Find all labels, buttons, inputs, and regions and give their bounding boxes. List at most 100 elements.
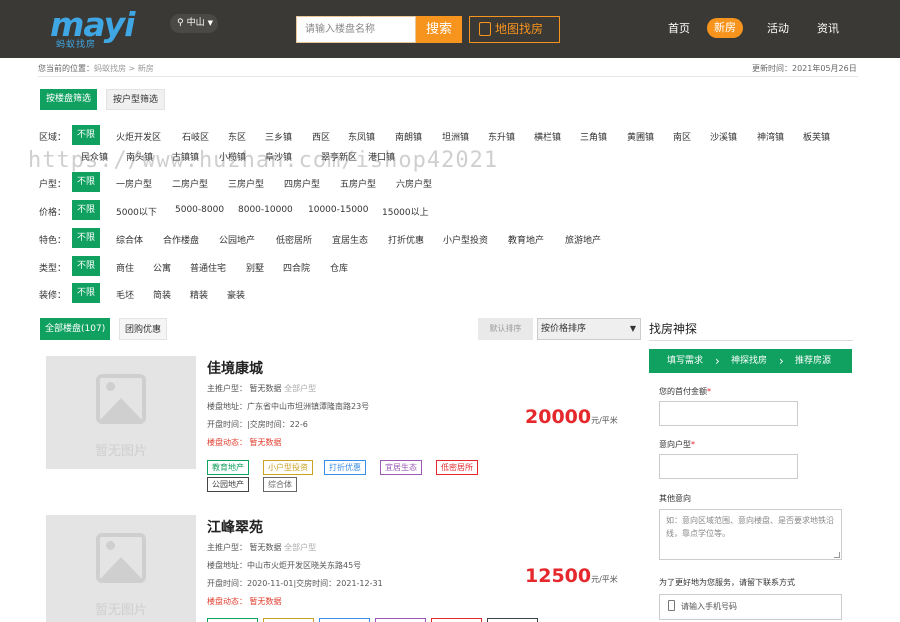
filter-area-option[interactable]: 东区 xyxy=(228,130,246,143)
filter-area-option[interactable]: 三乡镇 xyxy=(265,130,292,143)
filter-deco-option[interactable]: 精装 xyxy=(190,288,208,301)
filter-type-option[interactable]: 仓库 xyxy=(330,261,348,274)
filter-layout-option[interactable]: 四房户型 xyxy=(284,177,320,190)
sort-select-value: 按价格排序 xyxy=(541,324,587,334)
filter-feature-option[interactable]: 宜居生态 xyxy=(332,233,368,246)
nav-activities[interactable]: 活动 xyxy=(767,20,789,36)
nav-new-homes[interactable]: 新房 xyxy=(707,18,743,38)
top-header: mayi 蚂蚁找房 ⚲ 中山 ▼ 请输入楼盘名称 搜索 地图找房 首页 新房 活动 … xyxy=(0,0,900,58)
listing-tag[interactable] xyxy=(375,618,426,622)
filter-price-option[interactable]: 10000-15000 xyxy=(308,205,369,215)
filter-feature-option[interactable]: 打折优惠 xyxy=(388,233,424,246)
site-logo[interactable]: mayi 蚂蚁找房 xyxy=(50,6,152,52)
filter-feature-option[interactable]: 综合体 xyxy=(116,233,143,246)
filter-area-option[interactable]: 板芙镇 xyxy=(803,130,830,143)
filter-type-any[interactable]: 不限 xyxy=(72,256,101,276)
filter-area-option[interactable]: 南区 xyxy=(673,130,691,143)
filter-area-option[interactable]: 西区 xyxy=(312,130,330,143)
filter-feature-option[interactable]: 旅游地产 xyxy=(565,233,601,246)
search-input[interactable]: 请输入楼盘名称 xyxy=(296,16,416,43)
filter-layout-option[interactable]: 六房户型 xyxy=(396,177,432,190)
listing-name[interactable]: 江峰翠苑 xyxy=(207,517,263,537)
filter-layout-option[interactable]: 二房户型 xyxy=(172,177,208,190)
tab-all-projects[interactable]: 全部楼盘(107) xyxy=(40,318,111,340)
filter-area-option[interactable]: 坦洲镇 xyxy=(442,130,469,143)
filter-area-option[interactable]: 横栏镇 xyxy=(534,130,561,143)
filter-type-option[interactable]: 别墅 xyxy=(246,261,264,274)
map-icon xyxy=(479,22,491,36)
listing-thumbnail[interactable]: 暂无图片 xyxy=(46,356,196,469)
filter-area-option[interactable]: 石岐区 xyxy=(182,130,209,143)
all-types-link[interactable]: 全部户型 xyxy=(284,543,316,552)
listing-tag[interactable]: 教育地产 xyxy=(207,460,249,475)
filter-area-option[interactable]: 东升镇 xyxy=(488,130,515,143)
filter-type-option[interactable]: 商住 xyxy=(116,261,134,274)
filter-area-option[interactable]: 神湾镇 xyxy=(757,130,784,143)
sort-default-button[interactable]: 默认排序 xyxy=(478,318,533,340)
listing-tag[interactable]: 综合体 xyxy=(263,477,297,492)
listing-tag[interactable]: 小户型投资 xyxy=(263,460,313,475)
listing-tag[interactable] xyxy=(431,618,482,622)
nav-home[interactable]: 首页 xyxy=(668,20,690,36)
listing-tag[interactable] xyxy=(487,618,538,622)
sort-select[interactable]: 按价格排序 ▼ xyxy=(537,318,641,340)
listing-tag[interactable] xyxy=(319,618,370,622)
filter-area-option[interactable]: 南朗镇 xyxy=(395,130,422,143)
filter-layout-any[interactable]: 不限 xyxy=(72,172,101,192)
filter-deco-any[interactable]: 不限 xyxy=(72,283,101,303)
filter-feature-option[interactable]: 教育地产 xyxy=(508,233,544,246)
filter-layout-option[interactable]: 三房户型 xyxy=(228,177,264,190)
map-search-button[interactable]: 地图找房 xyxy=(469,16,560,43)
filter-area-option[interactable]: 东凤镇 xyxy=(348,130,375,143)
filter-area-option[interactable]: 三角镇 xyxy=(580,130,607,143)
city-selector[interactable]: ⚲ 中山 ▼ xyxy=(170,14,218,33)
listing-tag[interactable]: 公园地产 xyxy=(207,477,249,492)
tab-filter-by-layout[interactable]: 按户型筛选 xyxy=(106,89,166,110)
filter-price-option[interactable]: 5000以下 xyxy=(116,205,157,218)
phone-placeholder: 请输入手机号码 xyxy=(681,602,737,611)
listing-tag[interactable]: 低密居所 xyxy=(436,460,478,475)
listing-name[interactable]: 佳境康城 xyxy=(207,358,263,378)
filter-price-option[interactable]: 8000-10000 xyxy=(238,205,293,215)
filter-feature-option[interactable]: 小户型投资 xyxy=(443,233,488,246)
filter-feature-option[interactable]: 合作楼盘 xyxy=(163,233,199,246)
filter-price-option[interactable]: 5000-8000 xyxy=(175,205,224,215)
listing-thumbnail[interactable]: 暂无图片 xyxy=(46,515,196,622)
nav-news[interactable]: 资讯 xyxy=(817,20,839,36)
listing-tag[interactable] xyxy=(207,618,258,622)
filter-deco-option[interactable]: 豪装 xyxy=(227,288,245,301)
layout-label-text: 意向户型 xyxy=(659,440,691,449)
filter-type-option[interactable]: 公寓 xyxy=(153,261,171,274)
filter-price-any[interactable]: 不限 xyxy=(72,200,101,220)
layout-field[interactable] xyxy=(659,454,798,479)
filter-layout-option[interactable]: 五房户型 xyxy=(340,177,376,190)
filter-deco-option[interactable]: 简装 xyxy=(153,288,171,301)
filter-deco-option[interactable]: 毛坯 xyxy=(116,288,134,301)
filter-area-option[interactable]: 沙溪镇 xyxy=(710,130,737,143)
filter-price-option[interactable]: 15000以上 xyxy=(382,205,429,218)
tab-group-buy[interactable]: 团购优惠 xyxy=(119,318,168,340)
all-types-link[interactable]: 全部户型 xyxy=(284,384,316,393)
filter-feature-option[interactable]: 公园地产 xyxy=(219,233,255,246)
filter-type-option[interactable]: 四合院 xyxy=(283,261,310,274)
filter-area-any[interactable]: 不限 xyxy=(72,125,101,145)
sidebar-title: 找房神探 xyxy=(649,322,698,336)
listing-tag[interactable]: 宜居生态 xyxy=(380,460,422,475)
resize-handle-icon[interactable] xyxy=(834,552,840,558)
listing-tag[interactable] xyxy=(263,618,314,622)
filter-area-option[interactable]: 火炬开发区 xyxy=(116,130,161,143)
filter-feature-any[interactable]: 不限 xyxy=(72,228,101,248)
phone-field[interactable]: 请输入手机号码 xyxy=(659,594,842,620)
filter-label-area: 区域： xyxy=(39,133,67,143)
filter-layout-option[interactable]: 一房户型 xyxy=(116,177,152,190)
filter-area-option[interactable]: 黄圃镇 xyxy=(627,130,654,143)
tab-filter-by-project[interactable]: 按楼盘筛选 xyxy=(40,89,98,110)
budget-field[interactable] xyxy=(659,401,798,426)
other-intent-textarea[interactable]: 如：意向区域范围、意向楼盘、是否要求地铁沿线，靠点学位等。 xyxy=(659,509,842,560)
filter-feature-option[interactable]: 低密居所 xyxy=(276,233,312,246)
breadcrumb-home[interactable]: 蚂蚁找房 xyxy=(94,64,126,73)
listing-tag[interactable]: 打折优惠 xyxy=(324,460,366,475)
search-button[interactable]: 搜索 xyxy=(416,16,462,43)
main-type-text: 主推户型： 暂无数据 xyxy=(207,543,285,552)
filter-type-option[interactable]: 普通住宅 xyxy=(190,261,226,274)
